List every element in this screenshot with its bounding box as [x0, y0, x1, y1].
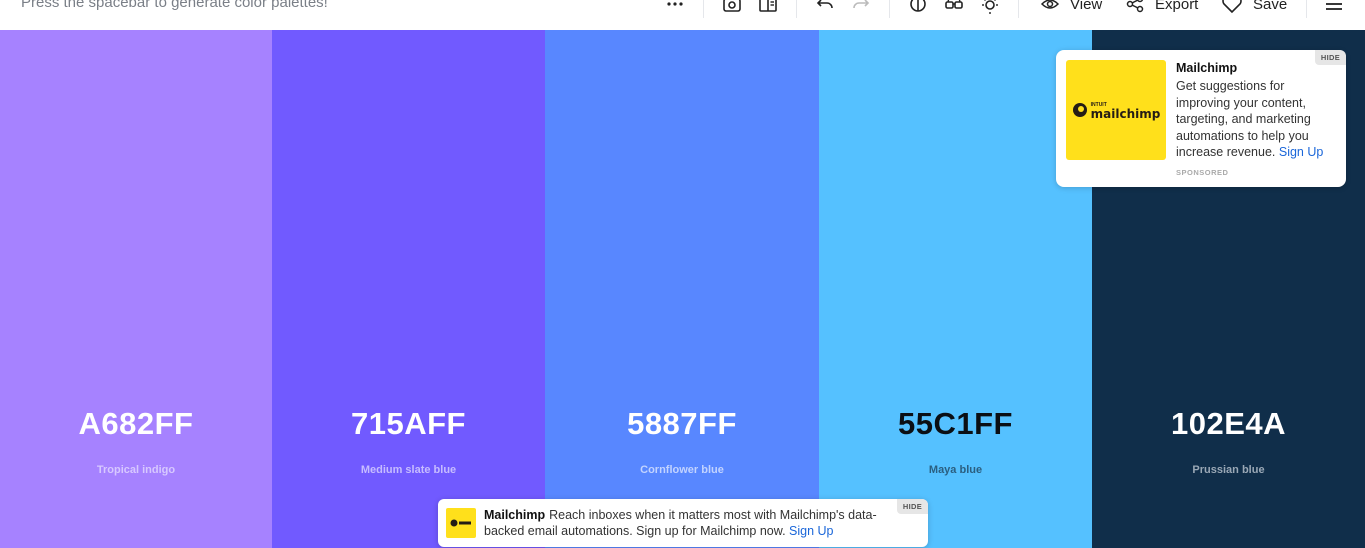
undo-icon: [816, 0, 833, 9]
banner-text: Mailchimp Reach inboxes when it matters m…: [484, 507, 884, 539]
color-column-3[interactable]: 5887FF Cornflower blue: [545, 30, 819, 548]
color-column-2[interactable]: 715AFF Medium slate blue: [272, 30, 545, 548]
library-icon: [759, 0, 777, 12]
color-hex[interactable]: 55C1FF: [819, 406, 1092, 442]
banner-title: Mailchimp: [484, 508, 546, 522]
camera-icon: [723, 0, 741, 12]
ad-title[interactable]: Mailchimp: [1176, 61, 1237, 75]
redo-button[interactable]: [851, 0, 871, 14]
sponsored-ad-card[interactable]: INTUIT mailchimp Mailchimp Get suggestio…: [1056, 50, 1346, 187]
redo-icon: [853, 0, 870, 9]
adjust-button[interactable]: [908, 0, 928, 14]
color-hex[interactable]: 5887FF: [545, 406, 819, 442]
color-name: Tropical indigo: [96, 464, 176, 476]
divider: [889, 0, 890, 18]
divider: [703, 0, 704, 18]
ad-signup-link[interactable]: Sign Up: [1279, 145, 1323, 159]
color-column-1[interactable]: A682FF Tropical indigo: [0, 30, 272, 548]
camera-button[interactable]: [722, 0, 742, 14]
more-icon: [667, 2, 683, 6]
menu-button[interactable]: [1324, 0, 1344, 14]
undo-button[interactable]: [815, 0, 835, 14]
divider: [1306, 0, 1307, 18]
color-name: Prussian blue: [1192, 464, 1265, 476]
ad-body: Get suggestions for improving your conte…: [1176, 78, 1336, 161]
hide-ad-button[interactable]: HIDE: [1314, 50, 1346, 65]
mailchimp-logo[interactable]: INTUIT mailchimp: [1066, 60, 1166, 160]
sponsored-label: SPONSORED: [1176, 168, 1229, 177]
eye-icon: [1040, 0, 1060, 9]
contrast-icon: [910, 0, 926, 12]
color-name: Medium slate blue: [360, 464, 457, 476]
export-label: Export: [1155, 0, 1199, 13]
color-hex[interactable]: 715AFF: [272, 406, 545, 442]
banner-signup-link[interactable]: Sign Up: [789, 524, 833, 538]
divider: [796, 0, 797, 18]
sun-icon: [982, 0, 998, 14]
banner-mailchimp-logo[interactable]: [446, 508, 476, 538]
color-column-4[interactable]: 55C1FF Maya blue: [819, 30, 1092, 548]
save-button[interactable]: Save: [1221, 0, 1287, 14]
color-blindness-button[interactable]: [944, 0, 964, 14]
brightness-button[interactable]: [980, 0, 1000, 14]
share-icon: [1126, 0, 1144, 13]
spacebar-hint: Press the spacebar to generate color pal…: [21, 0, 328, 11]
glasses-icon: [945, 0, 963, 9]
color-hex[interactable]: A682FF: [0, 406, 272, 442]
mailchimp-logo-icon: [450, 519, 471, 527]
more-options-button[interactable]: [665, 0, 685, 14]
mailchimp-freddie-icon: [1072, 103, 1087, 117]
export-button[interactable]: Export: [1125, 0, 1198, 14]
bottom-ad-banner[interactable]: Mailchimp Reach inboxes when it matters m…: [438, 499, 928, 547]
color-name: Cornflower blue: [640, 464, 724, 476]
view-label: View: [1070, 0, 1103, 13]
save-label: Save: [1253, 0, 1288, 13]
hide-banner-button[interactable]: HIDE: [896, 499, 928, 514]
library-button[interactable]: [758, 0, 778, 14]
top-toolbar: Press the spacebar to generate color pal…: [0, 0, 1365, 30]
color-hex[interactable]: 102E4A: [1092, 406, 1365, 442]
logo-wordmark: mailchimp: [1090, 107, 1161, 121]
divider: [1018, 0, 1019, 18]
heart-icon: [1222, 0, 1242, 14]
view-button[interactable]: View: [1040, 0, 1102, 14]
color-name: Maya blue: [928, 464, 983, 476]
hamburger-icon: [1326, 3, 1342, 10]
